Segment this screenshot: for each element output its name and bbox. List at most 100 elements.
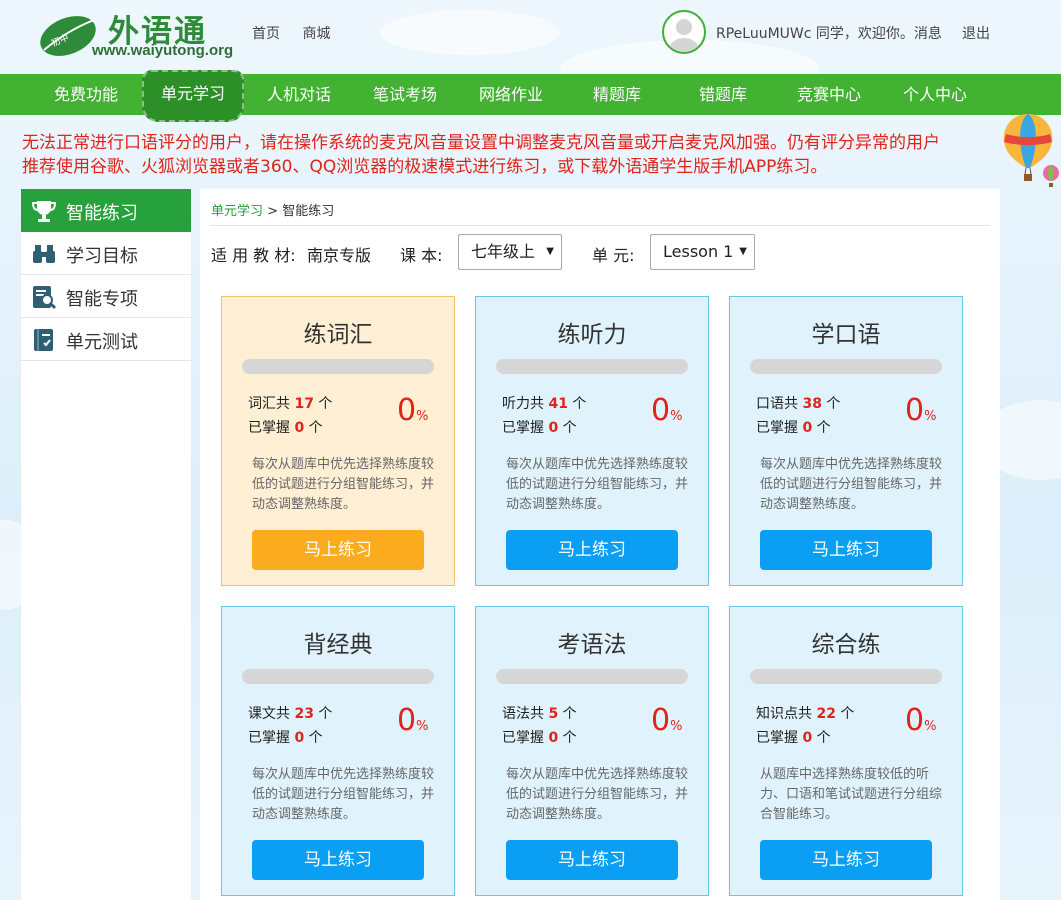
binoculars-icon	[33, 245, 55, 263]
breadcrumb: 单元学习 > 智能练习	[211, 200, 334, 219]
card-description: 每次从题库中优先选择熟练度较低的试题进行分组智能练习，并动态调整熟练度。	[252, 767, 435, 822]
percent-value: 0	[651, 393, 671, 428]
count-unit: 个	[840, 706, 855, 722]
total-count: 词汇共 17 个	[248, 393, 332, 413]
percent-sign: %	[924, 719, 937, 734]
user-greeting: RPeLuuMUWc 同学，欢迎你。消息	[716, 23, 942, 43]
nav-unit-study[interactable]: 单元学习	[142, 70, 244, 122]
messages-link[interactable]: 消息	[914, 26, 942, 42]
start-practice-button[interactable]: 马上练习	[506, 530, 678, 570]
notice-line-2: 推荐使用谷歌、火狐浏览器或者360、QQ浏览器的极速模式进行练习，或下载外语通学…	[22, 157, 828, 177]
mastered-number: 0	[548, 420, 559, 436]
percent-value: 0	[651, 703, 671, 738]
magnify-document-icon	[33, 286, 57, 310]
start-practice-button[interactable]: 马上练习	[760, 840, 932, 880]
total-number: 5	[548, 706, 559, 722]
mall-link[interactable]: 商城	[302, 26, 330, 42]
mastered-number: 0	[548, 730, 559, 746]
mastered-number: 0	[802, 730, 813, 746]
username: RPeLuuMUWc	[716, 26, 812, 42]
total-count: 课文共 23 个	[248, 703, 332, 723]
percent-sign: %	[924, 409, 937, 424]
sidebar-item-smart-practice[interactable]: 智能练习	[21, 189, 191, 232]
count-unit: 个	[572, 396, 587, 412]
total-count: 语法共 5 个	[502, 703, 577, 723]
mastered-count: 已掌握 0 个	[756, 727, 831, 747]
start-practice-button[interactable]: 马上练习	[252, 530, 424, 570]
nav-free-features[interactable]: 免费功能	[54, 74, 118, 115]
start-practice-button[interactable]: 马上练习	[506, 840, 678, 880]
mastery-percent: 0%	[397, 703, 428, 738]
practice-card-listening: 练听力 听力共 41 个已掌握 0 个 0% 每次从题库中优先选择熟练度较低的试题进行…	[475, 296, 709, 586]
nav-wrong-questions[interactable]: 错题库	[699, 74, 747, 115]
logout-link[interactable]: 退出	[962, 23, 990, 43]
percent-value: 0	[397, 703, 417, 738]
textbook-value: 南京专版	[307, 246, 372, 265]
microphone-notice: 无法正常进行口语评分的用户，请在操作系统的麦克风音量设置中调整麦克风音量或开启麦…	[22, 131, 1002, 179]
mastery-percent: 0%	[905, 393, 936, 428]
percent-sign: %	[416, 719, 429, 734]
percent-sign: %	[416, 409, 429, 424]
progress-bar	[242, 359, 434, 374]
sidebar-item-study-goals[interactable]: 学习目标	[21, 232, 191, 275]
card-title: 学口语	[811, 322, 881, 348]
nav-competition-center[interactable]: 竞赛中心	[797, 74, 861, 115]
caret-down-icon: ▼	[546, 246, 554, 257]
nav-question-bank[interactable]: 精题库	[593, 74, 641, 115]
progress-bar	[242, 669, 434, 684]
mastered-label: 已掌握	[756, 420, 798, 436]
sidebar-item-label: 学习目标	[66, 246, 138, 267]
total-number: 38	[802, 396, 822, 412]
nav-online-homework[interactable]: 网络作业	[479, 74, 543, 115]
mastery-percent: 0%	[651, 393, 682, 428]
practice-card-classics: 背经典 课文共 23 个已掌握 0 个 0% 每次从题库中优先选择熟练度较低的试题进行…	[221, 606, 455, 896]
total-number: 41	[548, 396, 568, 412]
sidebar: 智能练习 学习目标 智能专项 单元测试	[21, 189, 191, 900]
count-unit: 个	[318, 396, 333, 412]
unit-select[interactable]: Lesson 1 ▼	[650, 234, 755, 270]
total-number: 17	[294, 396, 314, 412]
sidebar-item-label: 智能练习	[66, 203, 138, 224]
start-practice-button[interactable]: 马上练习	[760, 530, 932, 570]
total-label: 词汇共	[248, 396, 290, 412]
card-description: 每次从题库中优先选择熟练度较低的试题进行分组智能练习，并动态调整熟练度。	[506, 457, 689, 512]
card-title: 练听力	[557, 322, 627, 348]
progress-bar	[750, 359, 942, 374]
total-count: 口语共 38 个	[756, 393, 840, 413]
breadcrumb-separator: >	[267, 204, 279, 219]
count-unit: 个	[826, 396, 841, 412]
total-number: 22	[816, 706, 836, 722]
book-select[interactable]: 七年级上 ▼	[458, 234, 562, 270]
nav-human-machine-dialog[interactable]: 人机对话	[267, 74, 331, 115]
avatar[interactable]	[662, 10, 706, 54]
sidebar-item-smart-topics[interactable]: 智能专项	[21, 275, 191, 318]
mastered-count: 已掌握 0 个	[502, 417, 577, 437]
site-logo[interactable]: 初中 外语通 www.waiyutong.org	[38, 6, 238, 64]
book-icon	[34, 329, 53, 351]
nav-written-exam[interactable]: 笔试考场	[373, 74, 437, 115]
percent-sign: %	[670, 719, 683, 734]
practice-card-comprehensive: 综合练 知识点共 22 个已掌握 0 个 0% 从题库中选择熟练度较低的听力、口语和笔…	[729, 606, 963, 896]
book-label: 课 本:	[400, 246, 443, 265]
count-unit: 个	[308, 730, 323, 746]
count-unit: 个	[308, 420, 323, 436]
main-content: 单元学习 > 智能练习 适 用 教 材: 南京专版 课 本: 七年级上 ▼ 单 …	[200, 189, 1000, 900]
mastered-count: 已掌握 0 个	[248, 417, 323, 437]
notice-line-1: 无法正常进行口语评分的用户，请在操作系统的麦克风音量设置中调整麦克风音量或开启麦…	[22, 133, 940, 153]
percent-value: 0	[905, 703, 925, 738]
card-title: 背经典	[303, 632, 373, 658]
mastery-percent: 0%	[397, 393, 428, 428]
count-unit: 个	[562, 706, 577, 722]
nav-personal-center[interactable]: 个人中心	[903, 74, 967, 115]
mastered-count: 已掌握 0 个	[756, 417, 831, 437]
small-balloon-icon	[1043, 165, 1059, 187]
home-link[interactable]: 首页	[252, 26, 280, 42]
start-practice-button[interactable]: 马上练习	[252, 840, 424, 880]
progress-bar	[496, 669, 688, 684]
sidebar-item-unit-test[interactable]: 单元测试	[21, 318, 191, 361]
sidebar-item-label: 智能专项	[66, 289, 138, 310]
breadcrumb-unit-study-link[interactable]: 单元学习	[211, 204, 263, 219]
leaf-logo-icon: 初中	[40, 16, 96, 56]
practice-card-grammar: 考语法 语法共 5 个已掌握 0 个 0% 每次从题库中优先选择熟练度较低的试题进行分…	[475, 606, 709, 896]
percent-sign: %	[670, 409, 683, 424]
